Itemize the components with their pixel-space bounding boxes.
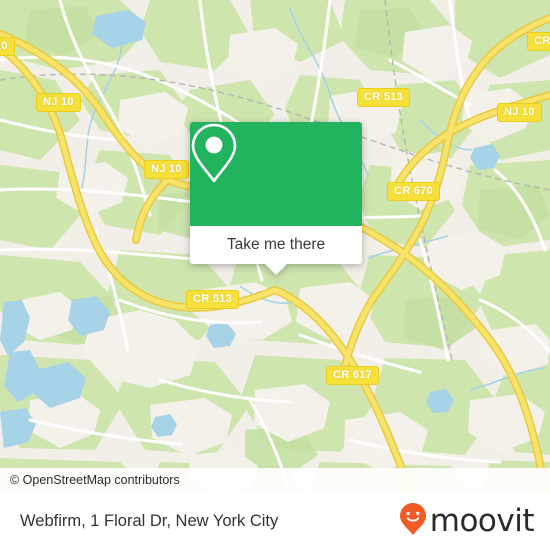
road-shield: CR 670 — [387, 182, 441, 201]
road-shield: NJ 10 — [36, 93, 81, 112]
attribution-text[interactable]: © OpenStreetMap contributors — [0, 473, 180, 487]
road-shield: NJ 10 — [144, 160, 189, 179]
road-shield: 10 — [0, 37, 15, 56]
take-me-there-label: Take me there — [226, 236, 326, 253]
moovit-brand-logo[interactable]: moovit — [398, 502, 535, 541]
road-shield: CR 513 — [186, 290, 240, 309]
popup-icon-panel — [190, 122, 362, 226]
popup-action-footer[interactable]: Take me there — [190, 226, 362, 275]
road-shield: CR 513 — [357, 88, 411, 107]
bottom-info-bar: Webfirm, 1 Floral Dr, New York City moov… — [0, 492, 550, 550]
map-canvas[interactable]: NJ 10 NJ 10 NJ 10 CR 513 CR 513 CR 670 CR 617 C… — [0, 0, 550, 492]
moovit-wordmark: moovit — [429, 502, 535, 539]
destination-popup-card[interactable]: Take me there — [190, 122, 362, 275]
road-shield: CR — [527, 32, 550, 51]
place-address-label: Webfirm, 1 Floral Dr, New York City — [20, 511, 279, 530]
road-shield: CR 617 — [326, 366, 380, 385]
popup-pointer-tail — [265, 264, 287, 275]
map-attribution-bar: © OpenStreetMap contributors — [0, 468, 550, 492]
road-shield: NJ 10 — [497, 103, 542, 122]
moovit-map-screenshot: NJ 10 NJ 10 NJ 10 CR 513 CR 513 CR 670 CR 617 C… — [0, 0, 550, 550]
moovit-smiley-pin-icon — [398, 502, 428, 541]
